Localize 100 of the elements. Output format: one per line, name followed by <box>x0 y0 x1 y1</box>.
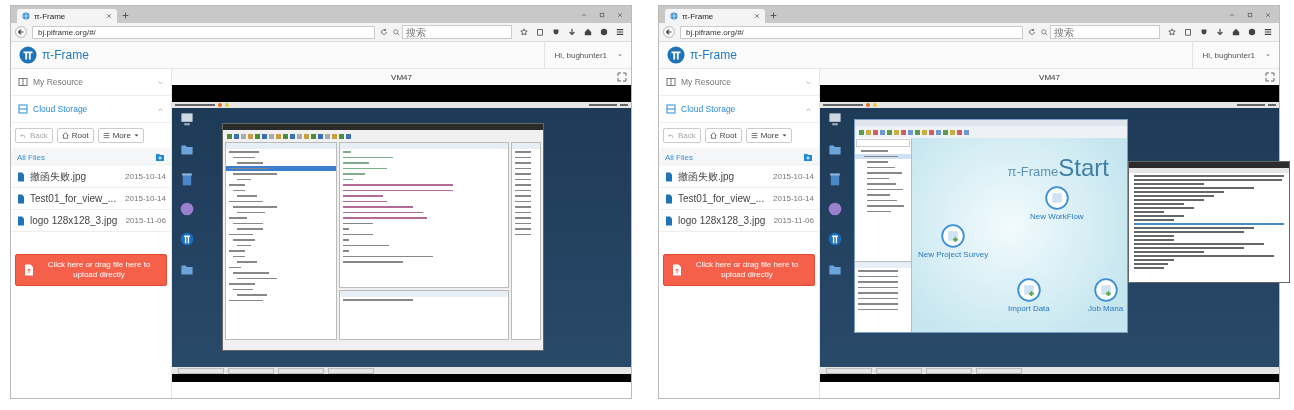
toolbar-button[interactable]: More <box>745 128 792 143</box>
toolbar-button[interactable]: More <box>97 128 144 143</box>
clipboard-icon[interactable] <box>1184 28 1192 36</box>
star-icon[interactable] <box>1168 28 1176 36</box>
list-icon <box>750 132 758 139</box>
file-date: 2015-10-14 <box>125 194 166 203</box>
brand-name: π-Frame <box>1007 164 1059 179</box>
user-menu[interactable]: Hi, bughunter1 <box>1191 42 1271 68</box>
sidebar-section[interactable]: Cloud Storage <box>659 96 819 123</box>
start-action[interactable]: New Project Survey <box>918 224 989 259</box>
file-tree-panel <box>855 148 911 214</box>
download-icon[interactable] <box>1216 28 1224 36</box>
file-date: 2015-10-14 <box>125 172 166 181</box>
file-icon <box>664 215 674 226</box>
fullscreen-icon[interactable] <box>1265 72 1275 82</box>
address-field[interactable]: bj.piframe.org/#/ <box>680 25 1023 39</box>
orb-icon[interactable] <box>180 202 194 216</box>
browser-tab[interactable]: π-Frame <box>665 9 765 23</box>
trash-icon[interactable] <box>180 172 194 186</box>
file-icon <box>664 171 674 182</box>
file-date: 2015-10-14 <box>773 172 814 181</box>
chat-icon[interactable] <box>600 28 608 36</box>
logo-icon <box>19 46 37 64</box>
upload-file-icon <box>24 264 34 276</box>
shield-icon[interactable] <box>1200 28 1208 36</box>
sidebar-section[interactable]: Cloud Storage <box>11 96 171 123</box>
menu-icon[interactable] <box>1264 28 1272 36</box>
undo-icon <box>20 132 27 139</box>
close-icon[interactable] <box>754 13 760 19</box>
search-field[interactable]: 搜索 <box>402 25 512 39</box>
file-icon <box>16 171 26 182</box>
file-name: 撤函失败.jpg <box>30 169 87 184</box>
book-icon <box>666 77 676 87</box>
new-folder-icon[interactable] <box>155 152 165 162</box>
search-field[interactable] <box>856 139 910 147</box>
toolbar-icons-drawing[interactable] <box>855 126 1127 138</box>
computer-icon[interactable] <box>828 112 842 126</box>
action-icon <box>1016 278 1041 302</box>
vm-title: VM47 <box>391 72 412 82</box>
browser-tab[interactable]: π-Frame <box>17 9 117 23</box>
maximize-icon[interactable] <box>599 11 605 18</box>
maximize-icon[interactable] <box>1247 11 1253 18</box>
trash-icon[interactable] <box>828 172 842 186</box>
caret-icon <box>133 133 139 138</box>
home-icon[interactable] <box>1232 28 1240 36</box>
search-field[interactable]: 搜索 <box>1050 25 1160 39</box>
file-row[interactable]: Test01_for_view_... 2015-10-14 <box>659 188 819 210</box>
sidebar-section[interactable]: My Resource <box>11 69 171 96</box>
chat-icon[interactable] <box>1248 28 1256 36</box>
tower-icon[interactable] <box>828 232 842 246</box>
toolbar-button[interactable]: Root <box>704 128 742 143</box>
home-icon[interactable] <box>584 28 592 36</box>
file-row[interactable]: 撤函失败.jpg 2015-10-14 <box>659 166 819 188</box>
file-icon <box>16 215 26 226</box>
new-folder-icon[interactable] <box>803 152 813 162</box>
file-date: 2015-11-06 <box>773 216 814 225</box>
file-name: Test01_for_view_... <box>678 193 765 204</box>
file-row[interactable]: logo 128x128_3.jpg 2015-11-06 <box>659 210 819 232</box>
file-row[interactable]: 撤函失败.jpg 2015-10-14 <box>11 166 171 188</box>
file-icon <box>16 193 26 204</box>
start-action[interactable]: Import Data <box>1008 278 1050 313</box>
home-icon <box>709 132 717 139</box>
tower-icon[interactable] <box>180 232 194 246</box>
book-icon <box>18 77 28 87</box>
toolbar-button[interactable]: Root <box>56 128 94 143</box>
action-icon <box>941 224 966 248</box>
new-tab-icon[interactable] <box>770 12 777 19</box>
address-field[interactable]: bj.piframe.org/#/ <box>32 25 375 39</box>
reload-icon[interactable] <box>1028 28 1036 36</box>
fullscreen-icon[interactable] <box>617 72 627 82</box>
file-row[interactable]: logo 128x128_3.jpg 2015-11-06 <box>11 210 171 232</box>
file-name: Test01_for_view_... <box>30 193 117 204</box>
menu-icon[interactable] <box>616 28 624 36</box>
sidebar-section[interactable]: My Resource <box>659 69 819 96</box>
brand-name: π-Frame <box>42 48 89 62</box>
clipboard-icon[interactable] <box>536 28 544 36</box>
action-icon <box>1044 186 1069 210</box>
start-action[interactable]: New WorkFlow <box>1030 186 1084 221</box>
close-icon[interactable] <box>1265 11 1271 18</box>
start-action[interactable]: Job Mana <box>1088 278 1124 313</box>
computer-icon[interactable] <box>180 112 194 126</box>
vm-title: VM47 <box>1039 72 1060 82</box>
back-icon[interactable] <box>663 26 675 38</box>
home-icon <box>61 132 69 139</box>
user-menu[interactable]: Hi, bughunter1 <box>543 42 623 68</box>
close-icon[interactable] <box>617 11 623 18</box>
new-tab-icon[interactable] <box>122 12 129 19</box>
file-name: logo 128x128_3.jpg <box>30 215 118 226</box>
file-date: 2015-10-14 <box>773 194 814 203</box>
download-icon[interactable] <box>568 28 576 36</box>
star-icon[interactable] <box>520 28 528 36</box>
back-icon[interactable] <box>15 26 27 38</box>
orb-icon[interactable] <box>828 202 842 216</box>
shield-icon[interactable] <box>552 28 560 36</box>
globe-icon <box>670 12 678 20</box>
file-row[interactable]: Test01_for_view_... 2015-10-14 <box>11 188 171 210</box>
close-icon[interactable] <box>106 13 112 19</box>
file-name: logo 128x128_3.jpg <box>678 215 766 226</box>
file-date: 2015-11-06 <box>125 216 166 225</box>
reload-icon[interactable] <box>380 28 388 36</box>
